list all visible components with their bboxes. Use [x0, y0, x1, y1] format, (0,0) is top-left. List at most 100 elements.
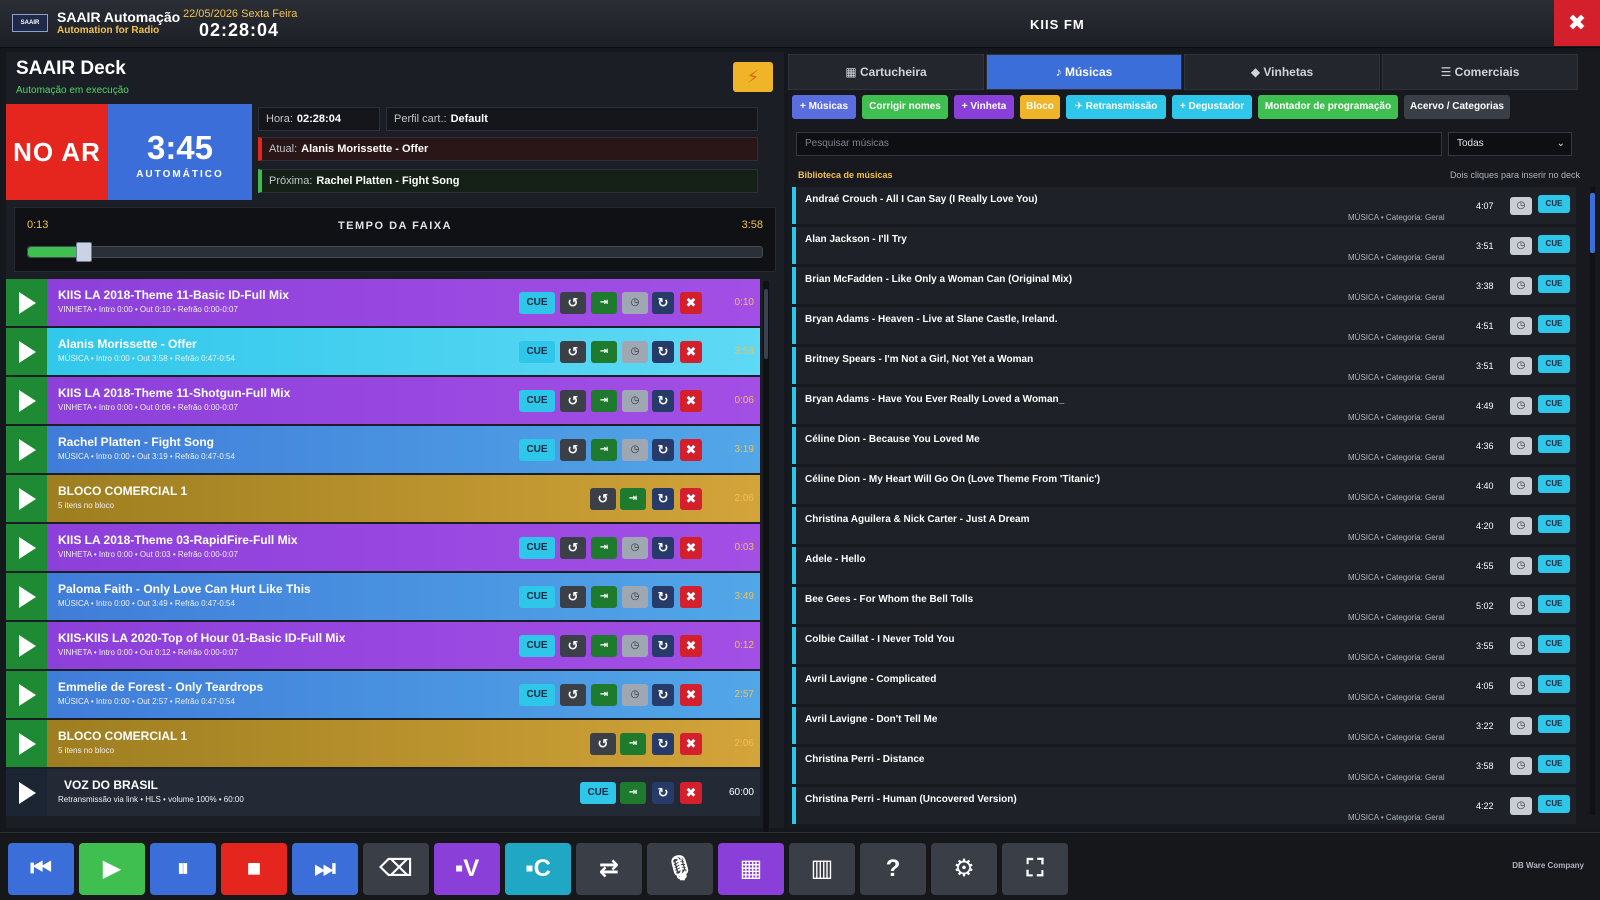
- loop-button[interactable]: ↻: [652, 537, 674, 559]
- queue-row[interactable]: Rachel Platten - Fight Song MÚSICA • Intr…: [6, 426, 760, 473]
- cue-button[interactable]: CUE: [519, 341, 555, 363]
- rewind-button[interactable]: ↺: [560, 292, 586, 314]
- rewind-button[interactable]: ↺: [560, 635, 586, 657]
- queue-row[interactable]: BLOCO COMERCIAL 1 5 itens no bloco 2:06 ↺ ⇥ ↻…: [6, 720, 760, 767]
- library-toolbar-button[interactable]: + Músicas: [792, 95, 856, 119]
- tab-item[interactable]: ▦ Cartucheira: [788, 54, 984, 90]
- help-button[interactable]: ?: [860, 843, 926, 895]
- next-button[interactable]: ⇥: [591, 586, 617, 608]
- play-item-button[interactable]: [6, 328, 47, 375]
- loop-button[interactable]: ↻: [652, 292, 674, 314]
- play-item-button[interactable]: [6, 475, 47, 522]
- schedule-icon[interactable]: ◷: [1510, 597, 1532, 615]
- library-toolbar-button[interactable]: + Vinheta: [954, 95, 1014, 119]
- library-item[interactable]: Colbie Caillat - I Never Told You MÚSICA …: [792, 627, 1576, 664]
- schedule-icon[interactable]: ◷: [1510, 397, 1532, 415]
- library-item[interactable]: Céline Dion - Because You Loved Me MÚSICA…: [792, 427, 1576, 464]
- loop-button[interactable]: ↻: [652, 782, 674, 804]
- schedule-icon[interactable]: ◷: [1510, 557, 1532, 575]
- delete-button[interactable]: ✖: [680, 292, 702, 314]
- schedule-icon[interactable]: ◷: [1510, 197, 1532, 215]
- rewind-button[interactable]: ↺: [560, 341, 586, 363]
- tab-item[interactable]: ☰ Comerciais: [1382, 54, 1578, 90]
- track-progress-bar[interactable]: [27, 242, 763, 262]
- pause-button[interactable]: ⏸: [150, 843, 216, 895]
- play-item-button[interactable]: [6, 671, 47, 718]
- close-button[interactable]: ✖: [1554, 0, 1600, 46]
- schedule-icon[interactable]: ◷: [1510, 637, 1532, 655]
- queue-row[interactable]: KIIS-KIIS LA 2020-Top of Hour 01-Basic I…: [6, 622, 760, 669]
- next-button[interactable]: ⇥: [591, 684, 617, 706]
- eraser-button[interactable]: ⌫: [363, 843, 429, 895]
- library-item[interactable]: Bryan Adams - Heaven - Live at Slane Cas…: [792, 307, 1576, 344]
- library-toolbar-button[interactable]: Acervo / Categorias: [1404, 95, 1510, 119]
- library-toolbar-button[interactable]: Corrigir nomes: [862, 95, 948, 119]
- library-scrollbar-thumb[interactable]: [1590, 193, 1595, 253]
- loop-button[interactable]: ↻: [652, 390, 674, 412]
- rewind-button[interactable]: ↺: [560, 439, 586, 461]
- queue-row[interactable]: Paloma Faith - Only Love Can Hurt Like T…: [6, 573, 760, 620]
- delete-button[interactable]: ✖: [680, 635, 702, 657]
- track-progress-knob[interactable]: [76, 242, 92, 262]
- cue-button[interactable]: CUE: [1538, 555, 1570, 573]
- queue-row[interactable]: KIIS LA 2018-Theme 11-Shotgun-Full Mix VI…: [6, 377, 760, 424]
- schedule-icon[interactable]: ◷: [1510, 797, 1532, 815]
- rewind-button[interactable]: ↺: [560, 684, 586, 706]
- schedule-icon[interactable]: ◷: [1510, 717, 1532, 735]
- queue-row[interactable]: VOZ DO BRASIL Retransmissão via link • HL…: [6, 769, 760, 816]
- comercial-button[interactable]: ▪C: [505, 843, 571, 895]
- queue-row[interactable]: BLOCO COMERCIAL 1 5 itens no bloco 2:06 ↺ ⇥ ↻…: [6, 475, 760, 522]
- next-button[interactable]: ⇥: [591, 341, 617, 363]
- schedule-icon[interactable]: ◷: [1510, 357, 1532, 375]
- library-item[interactable]: Christina Perri - Distance MÚSICA • Categ…: [792, 747, 1576, 784]
- search-input[interactable]: Pesquisar músicas: [796, 132, 1442, 156]
- next-button[interactable]: ⇥: [620, 782, 646, 804]
- delete-button[interactable]: ✖: [680, 488, 702, 510]
- library-item[interactable]: Andraé Crouch - All I Can Say (I Really …: [792, 187, 1576, 224]
- tab-item[interactable]: ♪ Músicas: [986, 54, 1182, 90]
- schedule-icon[interactable]: ◷: [1510, 237, 1532, 255]
- cue-button[interactable]: CUE: [580, 782, 616, 804]
- next-button[interactable]: ⇥: [591, 537, 617, 559]
- delete-button[interactable]: ✖: [680, 341, 702, 363]
- next-button[interactable]: ⇥: [620, 488, 646, 510]
- cue-button[interactable]: CUE: [1538, 235, 1570, 253]
- library-toolbar-button[interactable]: ✈ Retransmissão: [1066, 95, 1166, 119]
- library-item[interactable]: Britney Spears - I'm Not a Girl, Not Yet…: [792, 347, 1576, 384]
- loop-button[interactable]: ↻: [652, 635, 674, 657]
- play-item-button[interactable]: [6, 426, 47, 473]
- loop-button[interactable]: ↻: [652, 586, 674, 608]
- queue-scrollbar-thumb[interactable]: [764, 289, 768, 359]
- next-button[interactable]: ⇥: [591, 292, 617, 314]
- schedule-button[interactable]: ◷: [622, 684, 648, 706]
- schedule-button[interactable]: ◷: [622, 341, 648, 363]
- schedule-icon[interactable]: ◷: [1510, 757, 1532, 775]
- library-scrollbar[interactable]: [1590, 187, 1595, 815]
- cue-button[interactable]: CUE: [1538, 755, 1570, 773]
- flash-button[interactable]: ⚡: [733, 62, 773, 92]
- schedule-button[interactable]: ◷: [622, 635, 648, 657]
- cue-button[interactable]: CUE: [1538, 475, 1570, 493]
- schedule-button[interactable]: ◷: [622, 390, 648, 412]
- queue-row[interactable]: KIIS LA 2018-Theme 03-RapidFire-Full Mix…: [6, 524, 760, 571]
- play-button[interactable]: ▶: [79, 843, 145, 895]
- cue-button[interactable]: CUE: [1538, 315, 1570, 333]
- previous-button[interactable]: ⏮: [8, 843, 74, 895]
- rewind-button[interactable]: ↺: [560, 390, 586, 412]
- category-select[interactable]: Todas ⌄: [1448, 132, 1572, 156]
- cue-button[interactable]: CUE: [1538, 355, 1570, 373]
- rewind-button[interactable]: ↺: [590, 488, 616, 510]
- cue-button[interactable]: CUE: [1538, 435, 1570, 453]
- library-item[interactable]: Céline Dion - My Heart Will Go On (Love …: [792, 467, 1576, 504]
- rewind-button[interactable]: ↺: [560, 586, 586, 608]
- delete-button[interactable]: ✖: [680, 586, 702, 608]
- next-button[interactable]: ⇥: [620, 733, 646, 755]
- stop-button[interactable]: ■: [221, 843, 287, 895]
- loop-button[interactable]: ↻: [652, 733, 674, 755]
- schedule-icon[interactable]: ◷: [1510, 277, 1532, 295]
- loop-button[interactable]: ↻: [652, 684, 674, 706]
- schedule-button[interactable]: ◷: [622, 537, 648, 559]
- cue-button[interactable]: CUE: [519, 439, 555, 461]
- cue-button[interactable]: CUE: [1538, 595, 1570, 613]
- next-button[interactable]: ⇥: [591, 390, 617, 412]
